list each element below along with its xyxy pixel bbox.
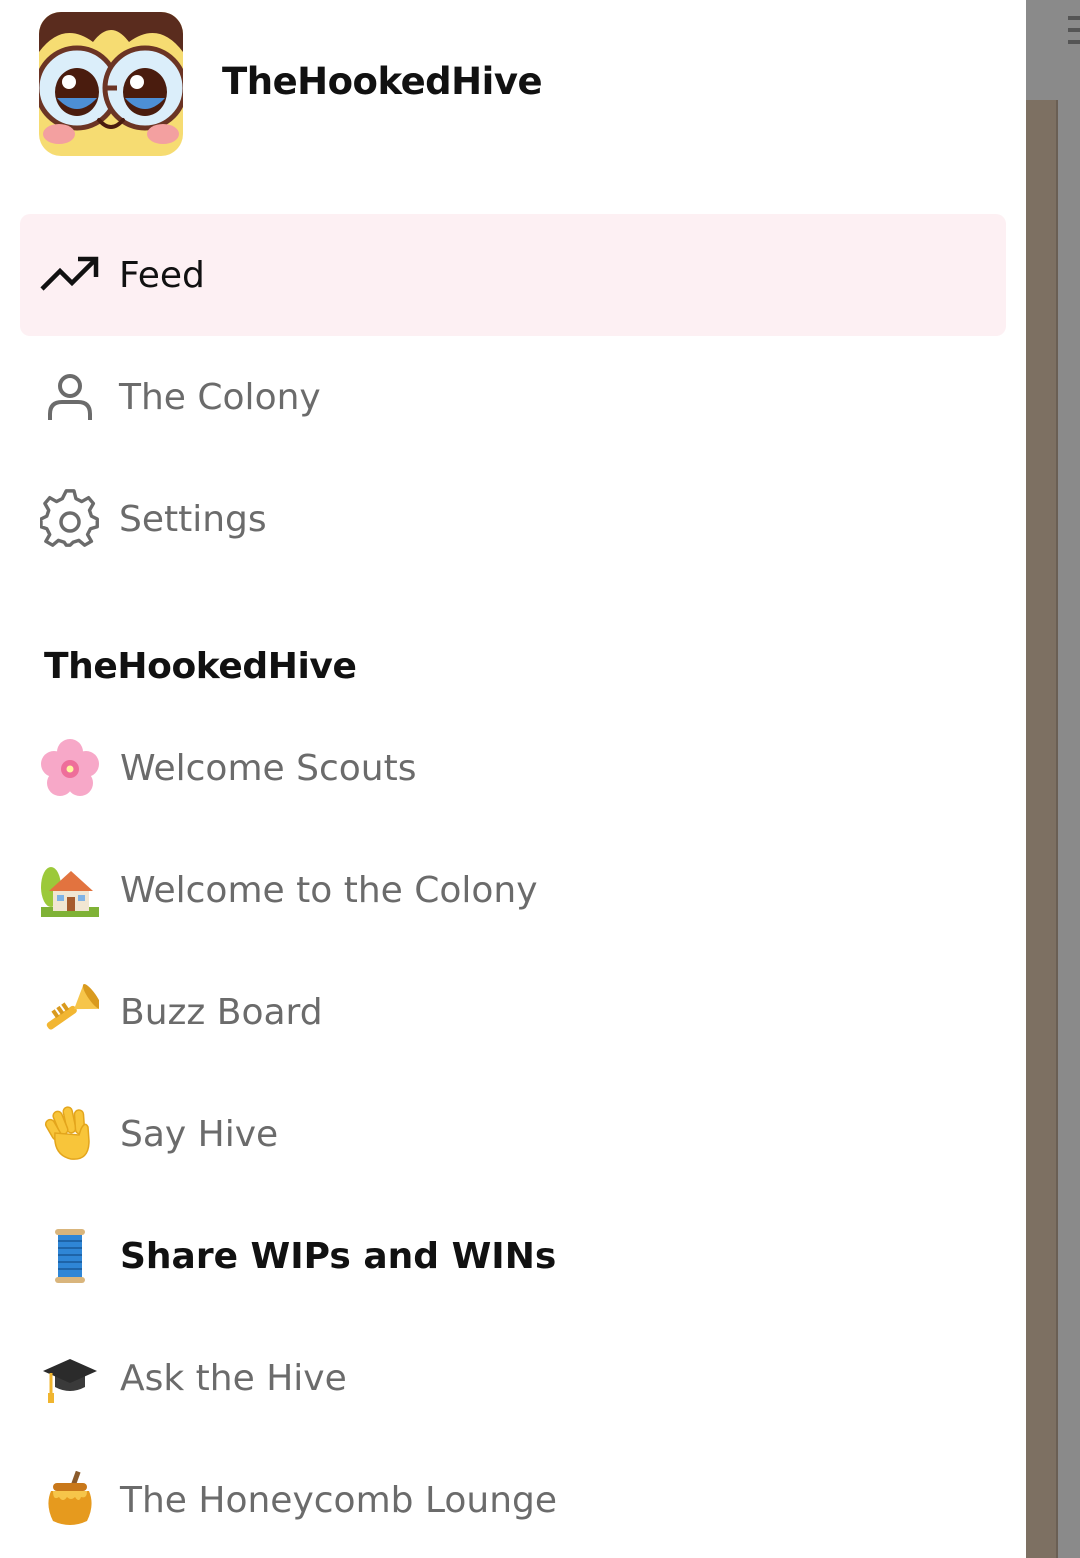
nav-item-feed[interactable]: Feed xyxy=(20,214,1006,336)
nav-item-label: Settings xyxy=(119,498,267,540)
channel-the-honeycomb-lounge[interactable]: The Honeycomb Lounge xyxy=(40,1450,1006,1550)
thread-spool-icon xyxy=(40,1226,100,1286)
gear-icon xyxy=(40,489,100,549)
channel-label: The Honeycomb Lounge xyxy=(120,1479,558,1521)
channel-share-wips-and-wins[interactable]: Share WIPs and WINs xyxy=(40,1206,1006,1306)
channel-welcome-to-the-colony[interactable]: Welcome to the Colony xyxy=(40,840,1006,940)
channel-say-hive[interactable]: Say Hive xyxy=(40,1084,1006,1184)
channel-buzz-board[interactable]: Buzz Board xyxy=(40,962,1006,1062)
channel-welcome-scouts[interactable]: Welcome Scouts xyxy=(40,718,1006,818)
honey-pot-icon xyxy=(40,1470,100,1530)
channel-label: Welcome Scouts xyxy=(120,747,417,789)
cherry-blossom-icon xyxy=(40,738,100,798)
channel-label: Welcome to the Colony xyxy=(120,869,538,911)
background-content xyxy=(1026,100,1056,1558)
nav-item-label: Feed xyxy=(119,254,205,296)
channel-label: Share WIPs and WINs xyxy=(120,1235,557,1277)
channel-label: Buzz Board xyxy=(120,991,323,1033)
user-icon xyxy=(40,367,100,427)
community-section-title: TheHookedHive xyxy=(44,646,357,687)
navigation-drawer: TheHookedHive Feed The Colony Settings T… xyxy=(0,0,1026,1558)
community-name: TheHookedHive xyxy=(222,60,543,103)
background-content-edge xyxy=(1056,100,1058,1558)
community-logo-icon[interactable] xyxy=(39,12,183,156)
drawer-backdrop-overlay[interactable] xyxy=(1026,0,1080,1558)
channel-label: Say Hive xyxy=(120,1113,279,1155)
nav-item-the-colony[interactable]: The Colony xyxy=(20,336,1006,458)
channel-ask-the-hive[interactable]: Ask the Hive xyxy=(40,1328,1006,1428)
nav-item-settings[interactable]: Settings xyxy=(20,458,1006,580)
menu-icon xyxy=(1068,16,1080,48)
waving-hand-icon xyxy=(40,1104,100,1164)
channel-label: Ask the Hive xyxy=(120,1357,347,1399)
house-with-garden-icon xyxy=(40,860,100,920)
trumpet-icon xyxy=(40,982,100,1042)
graduation-cap-icon xyxy=(40,1348,100,1408)
nav-item-label: The Colony xyxy=(119,376,321,418)
trending-up-icon xyxy=(40,245,100,305)
